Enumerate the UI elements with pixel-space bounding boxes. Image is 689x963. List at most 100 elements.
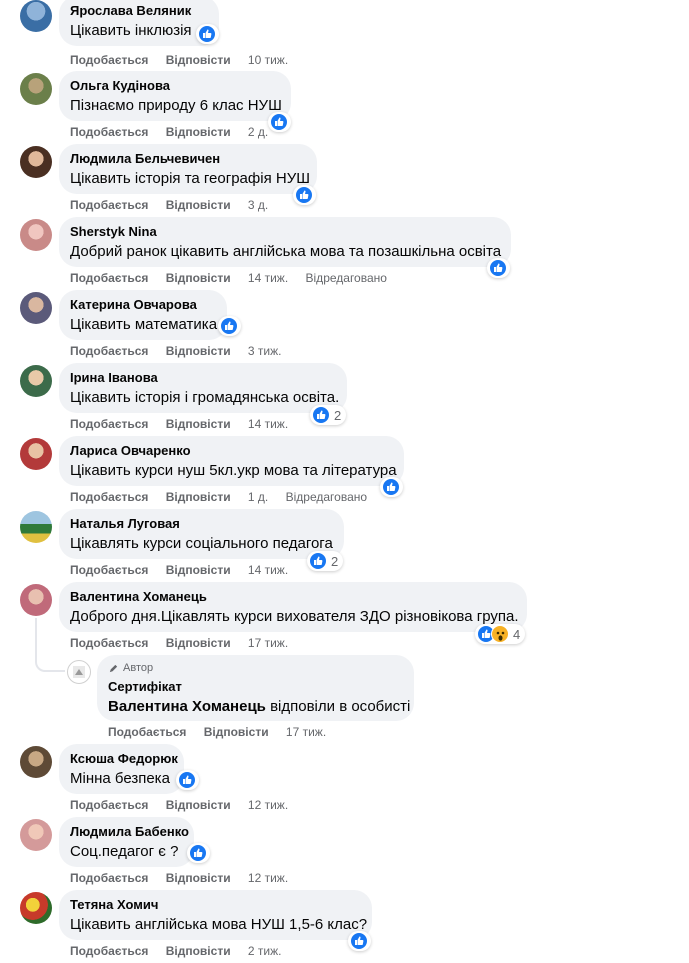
reply-button[interactable]: Відповісти (166, 490, 231, 504)
timestamp[interactable]: 14 тиж. (248, 271, 288, 285)
like-icon (189, 844, 207, 862)
comment-actions: Подобається Відповісти 1 д. Відредагован… (70, 489, 381, 505)
author-badge: Автор (108, 661, 402, 675)
comment-text: Пізнаємо природу 6 клас НУШ (70, 97, 282, 114)
reactions[interactable]: 2 (307, 551, 344, 571)
timestamp[interactable]: 14 тиж. (248, 563, 288, 577)
timestamp[interactable]: 3 тиж. (248, 344, 282, 358)
reply-button[interactable]: Відповісти (166, 271, 231, 285)
like-button[interactable]: Подобається (70, 636, 148, 650)
comment-author[interactable]: Ярослава Веляник (70, 3, 207, 19)
avatar[interactable] (20, 292, 52, 324)
reply-button[interactable]: Відповісти (166, 417, 231, 431)
like-button[interactable]: Подобається (70, 563, 148, 577)
edited-label[interactable]: Відредаговано (306, 271, 387, 285)
comment-author[interactable]: Sherstyk Nina (70, 224, 499, 240)
reaction-count: 4 (513, 626, 521, 642)
avatar[interactable] (20, 73, 52, 105)
like-button[interactable]: Подобається (70, 798, 148, 812)
timestamp[interactable]: 10 тиж. (248, 53, 288, 67)
avatar[interactable] (20, 892, 52, 924)
reactions[interactable] (348, 931, 371, 951)
comment-author[interactable]: Ірина Іванова (70, 370, 335, 386)
like-icon (178, 771, 196, 789)
comment-actions: Подобається Відповісти 12 тиж. (70, 870, 302, 886)
reply-button[interactable]: Відповісти (166, 125, 231, 139)
timestamp[interactable]: 12 тиж. (248, 798, 288, 812)
comment-author[interactable]: Катерина Овчарова (70, 297, 215, 313)
comment-actions: Подобається Відповісти 10 тиж. (70, 52, 302, 68)
comment-text: Цікавлять курси соціального педагога (70, 535, 333, 552)
reply-button[interactable]: Відповісти (166, 871, 231, 885)
reply-button[interactable]: Відповісти (166, 198, 231, 212)
timestamp[interactable]: 2 д. (248, 125, 268, 139)
like-icon (489, 259, 507, 277)
like-button[interactable]: Подобається (70, 871, 148, 885)
avatar[interactable] (20, 146, 52, 178)
reactions[interactable] (176, 770, 199, 790)
avatar[interactable] (20, 219, 52, 251)
reply-author[interactable]: Сертифікат (108, 679, 402, 695)
like-button[interactable]: Подобається (70, 944, 148, 958)
reply-button[interactable]: Відповісти (166, 344, 231, 358)
comment-bubble: Ксюша Федорюк Мінна безпека (59, 744, 184, 794)
comment-bubble: Наталья Луговая Цікавлять курси соціальн… (59, 509, 344, 559)
timestamp[interactable]: 12 тиж. (248, 871, 288, 885)
comment-text: Доброго дня.Цікавлять курси вихователя З… (70, 608, 519, 625)
reply-button[interactable]: Відповісти (166, 53, 231, 67)
avatar[interactable] (20, 746, 52, 778)
comment-author[interactable]: Людмила Бельчевичен (70, 151, 305, 167)
avatar[interactable] (20, 511, 52, 543)
like-button[interactable]: Подобається (108, 725, 186, 739)
reply-button[interactable]: Відповісти (166, 563, 231, 577)
like-button[interactable]: Подобається (70, 198, 148, 212)
reactions[interactable]: 4 (475, 624, 526, 644)
reply-text-body: відповіли в особисті (265, 698, 411, 715)
avatar[interactable] (20, 438, 52, 470)
timestamp[interactable]: 14 тиж. (248, 417, 288, 431)
comment-author[interactable]: Наталья Луговая (70, 516, 332, 532)
comment-author[interactable]: Лариса Овчаренко (70, 443, 392, 459)
comment-author[interactable]: Тетяна Хомич (70, 897, 360, 913)
comment-text: Цікавить історія і громадянська освіта. (70, 389, 340, 406)
reactions[interactable] (487, 258, 510, 278)
like-button[interactable]: Подобається (70, 125, 148, 139)
reply-button[interactable]: Відповісти (166, 944, 231, 958)
reactions[interactable] (187, 843, 210, 863)
timestamp[interactable]: 1 д. (248, 490, 268, 504)
mention-link[interactable]: Валентина Хоманець (108, 698, 266, 715)
like-button[interactable]: Подобається (70, 344, 148, 358)
comment-text: Соц.педагог є ? (70, 843, 179, 860)
reply-button[interactable]: Відповісти (166, 798, 231, 812)
comment-author[interactable]: Людмила Бабенко (70, 824, 189, 840)
comment-author[interactable]: Ксюша Федорюк (70, 751, 178, 767)
reactions[interactable] (218, 316, 241, 336)
avatar[interactable] (20, 365, 52, 397)
like-button[interactable]: Подобається (70, 271, 148, 285)
reactions[interactable]: 2 (310, 405, 347, 425)
like-icon (198, 25, 216, 43)
timestamp[interactable]: 2 тиж. (248, 944, 282, 958)
avatar[interactable] (67, 660, 91, 684)
reply-button[interactable]: Відповісти (166, 636, 231, 650)
comment-bubble: Sherstyk Nina Добрий ранок цікавить англ… (59, 217, 511, 267)
like-button[interactable]: Подобається (70, 53, 148, 67)
avatar[interactable] (20, 819, 52, 851)
comment-bubble: Лариса Овчаренко Цікавить курси нуш 5кл.… (59, 436, 404, 486)
reactions[interactable] (380, 477, 403, 497)
reply-button[interactable]: Відповісти (204, 725, 269, 739)
timestamp[interactable]: 17 тиж. (248, 636, 288, 650)
edited-label[interactable]: Відредаговано (286, 490, 367, 504)
timestamp[interactable]: 17 тиж. (286, 725, 326, 739)
author-badge-label: Автор (123, 662, 154, 674)
timestamp[interactable]: 3 д. (248, 198, 268, 212)
like-button[interactable]: Подобається (70, 490, 148, 504)
comment-author[interactable]: Ольга Кудінова (70, 78, 279, 94)
like-icon (295, 186, 313, 204)
like-button[interactable]: Подобається (70, 417, 148, 431)
reactions[interactable] (196, 24, 219, 44)
reactions[interactable] (293, 185, 316, 205)
avatar[interactable] (20, 584, 52, 616)
comment-author[interactable]: Валентина Хоманець (70, 589, 515, 605)
avatar[interactable] (20, 0, 52, 32)
